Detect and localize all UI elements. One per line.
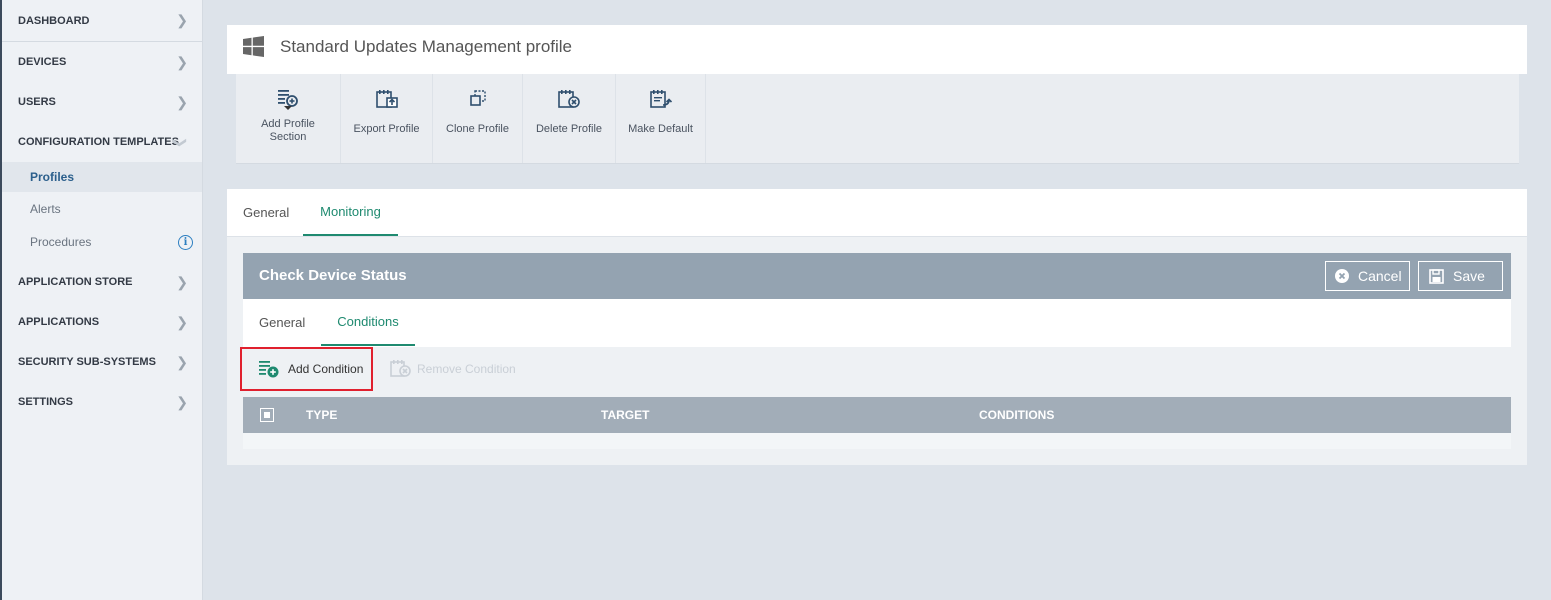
delete-icon [557, 88, 581, 110]
remove-condition-button[interactable]: Remove Condition [389, 359, 516, 379]
tab-monitoring[interactable]: Monitoring [303, 189, 398, 236]
chevron-right-icon: ❯ [176, 273, 188, 290]
export-profile-label: Export Profile [353, 123, 420, 135]
chevron-down-icon: ❯ [172, 136, 189, 148]
remove-condition-label: Remove Condition [417, 362, 516, 376]
nav-applications[interactable]: APPLICATIONS ❯ [2, 302, 202, 342]
nav-devices-label: DEVICES [18, 56, 67, 68]
nav-settings-label: SETTINGS [18, 396, 74, 408]
save-label: Save [1453, 268, 1485, 284]
sidebar-item-procedures[interactable]: Procedures i [2, 227, 202, 257]
tab-general[interactable]: General [243, 189, 289, 236]
sidebar-item-procedures-label: Procedures [30, 235, 92, 249]
make-default-label: Make Default [628, 123, 693, 135]
chevron-right-icon: ❯ [176, 53, 188, 70]
conditions-table-body [243, 433, 1511, 449]
conditions-table-header: TYPE TARGET CONDITIONS [243, 397, 1511, 433]
page-title: Standard Updates Management profile [280, 37, 573, 56]
windows-icon [243, 36, 264, 57]
nav-configuration-templates-label: CONFIGURATION TEMPLATES [18, 136, 179, 148]
nav-configuration-templates[interactable]: CONFIGURATION TEMPLATES ❯ [2, 122, 202, 162]
chevron-right-icon: ❯ [176, 353, 188, 370]
column-header-type[interactable]: TYPE [306, 408, 337, 422]
sidebar-item-profiles-label: Profiles [30, 170, 75, 184]
cancel-label: Cancel [1358, 268, 1402, 284]
save-icon [1429, 268, 1444, 284]
nav-applications-label: APPLICATIONS [18, 316, 100, 328]
profile-content: General Monitoring Check Device Status C… [227, 189, 1527, 465]
sidebar-item-profiles[interactable]: Profiles [2, 162, 202, 192]
nav-users[interactable]: USERS ❯ [2, 82, 202, 122]
section-header: Check Device Status Cancel Save [243, 253, 1511, 299]
sidebar-item-alerts-label: Alerts [30, 202, 61, 216]
make-default-button[interactable]: Make Default [616, 74, 706, 163]
delete-profile-button[interactable]: Delete Profile [523, 74, 616, 163]
sidebar-item-alerts[interactable]: Alerts [2, 194, 202, 224]
column-header-target[interactable]: TARGET [601, 408, 649, 422]
column-header-conditions[interactable]: CONDITIONS [979, 408, 1054, 422]
profile-toolbar: Add Profile Section Export Profile Clone… [236, 74, 1519, 164]
chevron-right-icon: ❯ [176, 393, 188, 410]
chevron-right-icon: ❯ [176, 313, 188, 330]
add-profile-section-label: Add Profile Section [261, 118, 315, 143]
add-condition-label: Add Condition [288, 362, 364, 376]
nav-dashboard-label: DASHBOARD [18, 14, 90, 27]
sidebar: DASHBOARD ❯ DEVICES ❯ USERS ❯ CONFIGURAT… [0, 0, 203, 600]
clone-profile-button[interactable]: Clone Profile [433, 74, 523, 163]
page-header: Standard Updates Management profile [227, 25, 1527, 74]
remove-condition-icon [390, 360, 411, 377]
delete-profile-label: Delete Profile [535, 123, 603, 135]
select-all-checkbox[interactable] [260, 408, 274, 422]
nav-security-sub-systems-label: SECURITY SUB-SYSTEMS [18, 356, 156, 368]
clone-profile-label: Clone Profile [446, 123, 509, 135]
section-tabs: General Conditions [243, 299, 1511, 347]
profile-tabs: General Monitoring [227, 189, 1527, 237]
nav-dashboard[interactable]: DASHBOARD ❯ [2, 0, 202, 42]
nav-users-label: USERS [18, 96, 56, 108]
nav-application-store-label: APPLICATION STORE [18, 276, 133, 288]
export-profile-button[interactable]: Export Profile [341, 74, 433, 163]
chevron-right-icon: ❯ [176, 12, 188, 28]
chevron-right-icon: ❯ [176, 93, 188, 110]
conditions-actions: Add Condition Remove Condition [240, 347, 1511, 397]
export-icon [375, 88, 399, 110]
cancel-icon [1335, 269, 1349, 283]
add-section-icon [277, 88, 299, 110]
subtab-conditions[interactable]: Conditions [321, 299, 415, 346]
add-condition-icon [259, 361, 279, 378]
caret-down-icon [284, 106, 292, 110]
info-icon[interactable]: i [178, 234, 193, 250]
nav-devices[interactable]: DEVICES ❯ [2, 42, 202, 82]
section-title: Check Device Status [259, 267, 407, 284]
add-condition-button[interactable]: Add Condition [240, 347, 373, 391]
nav-settings[interactable]: SETTINGS ❯ [2, 382, 202, 422]
nav-security-sub-systems[interactable]: SECURITY SUB-SYSTEMS ❯ [2, 342, 202, 382]
add-profile-section-button[interactable]: Add Profile Section [236, 74, 341, 163]
subtab-general[interactable]: General [259, 299, 305, 346]
nav-application-store[interactable]: APPLICATION STORE ❯ [2, 262, 202, 302]
clone-icon [468, 88, 488, 110]
make-default-icon [649, 88, 673, 110]
save-button[interactable]: Save [1418, 261, 1503, 291]
cancel-button[interactable]: Cancel [1325, 261, 1410, 291]
